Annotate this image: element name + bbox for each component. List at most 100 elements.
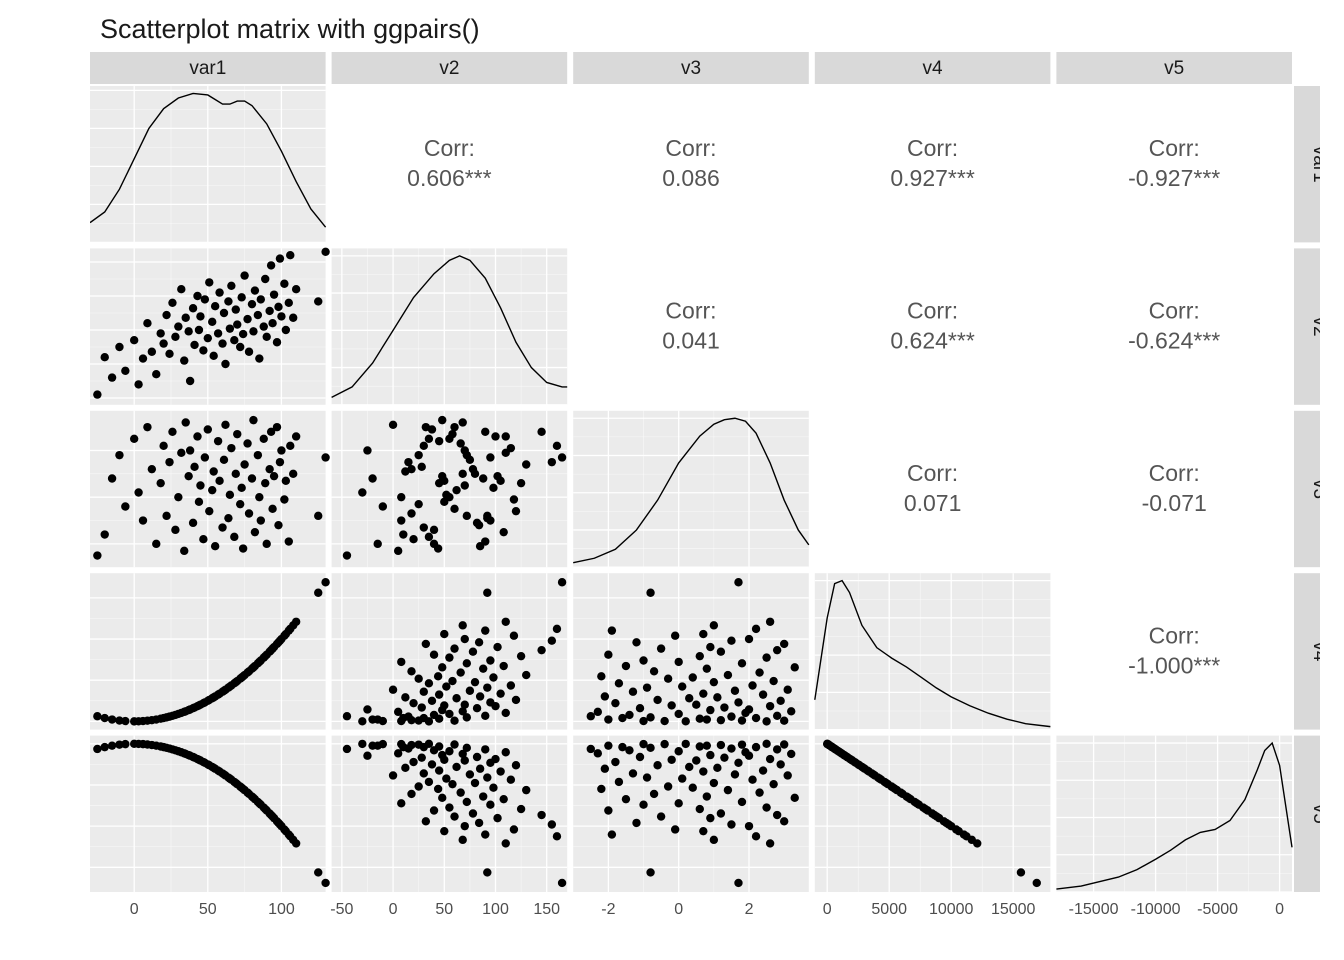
scatter-point	[214, 329, 222, 337]
scatter-point	[653, 761, 661, 769]
scatter-point	[738, 798, 746, 806]
scatter-point	[282, 326, 290, 334]
scatter-point	[101, 743, 109, 751]
scatter-point	[292, 839, 300, 847]
scatter-point	[273, 338, 281, 346]
scatter-point	[604, 806, 612, 814]
scatter-point	[706, 706, 714, 714]
scatter-point	[713, 693, 721, 701]
scatter-point	[537, 646, 545, 654]
scatter-point	[745, 705, 753, 713]
scatter-point	[425, 778, 433, 786]
scatter-point	[650, 667, 658, 675]
scatter-point	[434, 785, 442, 793]
scatter-point	[130, 336, 138, 344]
panel-v3-v4: Corr:0.071	[815, 411, 1051, 567]
scatter-point	[214, 437, 222, 445]
scatter-point	[230, 336, 238, 344]
scatter-point	[522, 786, 530, 794]
scatter-point	[420, 442, 428, 450]
x-tick-label: 5000	[871, 901, 907, 918]
scatter-point	[440, 827, 448, 835]
strip-top-label: v4	[923, 58, 944, 79]
scatter-point	[274, 521, 282, 529]
scatter-point	[1017, 868, 1025, 876]
scatter-point	[148, 348, 156, 356]
scatter-point	[165, 350, 173, 358]
scatter-point	[489, 783, 497, 791]
scatter-point	[282, 477, 290, 485]
scatter-point	[101, 353, 109, 361]
scatter-point	[450, 740, 458, 748]
scatter-point	[615, 679, 623, 687]
scatter-point	[261, 479, 269, 487]
scatter-point	[248, 300, 256, 308]
strip-right-label: v4	[1309, 641, 1320, 662]
scatter-point	[121, 502, 129, 510]
scatter-point	[414, 451, 422, 459]
x-tick-label: 100	[268, 901, 295, 918]
scatter-point	[186, 446, 194, 454]
scatter-point	[389, 686, 397, 694]
scatter-point	[268, 505, 276, 513]
scatter-point	[263, 333, 271, 341]
scatter-point	[425, 435, 433, 443]
scatter-point	[502, 432, 510, 440]
scatter-point	[548, 458, 556, 466]
scatter-point	[240, 460, 248, 468]
scatter-point	[667, 756, 675, 764]
scatter-point	[608, 830, 616, 838]
panel-v4-v5: Corr:-1.000***	[1056, 573, 1292, 729]
scatter-point	[459, 418, 467, 426]
scatter-point	[784, 686, 792, 694]
scatter-point	[255, 493, 263, 501]
scatter-point	[496, 689, 504, 697]
scatter-point	[445, 747, 453, 755]
scatter-point	[108, 715, 116, 723]
scatter-point	[420, 688, 428, 696]
scatter-point	[358, 740, 366, 748]
scatter-point	[553, 625, 561, 633]
scatter-point	[643, 773, 651, 781]
scatter-point	[407, 509, 415, 517]
scatter-point	[502, 618, 510, 626]
scatter-point	[587, 745, 595, 753]
corr-label: Corr:	[1149, 135, 1200, 161]
scatter-point	[440, 630, 448, 638]
scatter-point	[414, 674, 422, 682]
scatter-point	[448, 677, 456, 685]
panel-var1-v4: Corr:0.927***	[815, 86, 1051, 242]
scatter-point	[674, 658, 682, 666]
scatter-point	[632, 819, 640, 827]
corr-value: -0.071	[1142, 490, 1207, 516]
scatter-point	[93, 745, 101, 753]
scatter-point	[615, 778, 623, 786]
strip-top-label: v2	[439, 58, 459, 79]
scatter-point	[502, 709, 510, 717]
x-tick-label: 0	[1275, 901, 1284, 918]
scatter-point	[601, 692, 609, 700]
corr-label: Corr:	[665, 135, 716, 161]
scatter-point	[358, 717, 366, 725]
scatter-point	[314, 589, 322, 597]
scatter-point	[394, 708, 402, 716]
scatter-point	[713, 764, 721, 772]
scatter-point	[748, 775, 756, 783]
panel-v2-v5: Corr:-0.624***	[1056, 248, 1292, 404]
scatter-point	[479, 474, 487, 482]
scatter-point	[727, 744, 735, 752]
scatter-point	[280, 280, 288, 288]
scatter-point	[195, 326, 203, 334]
corr-value: 0.927***	[890, 165, 974, 191]
scatter-point	[459, 836, 467, 844]
scatter-point	[780, 817, 788, 825]
scatter-point	[397, 740, 405, 748]
scatter-point	[430, 650, 438, 658]
scatter-point	[418, 753, 426, 761]
scatter-point	[190, 341, 198, 349]
scatter-point	[973, 839, 981, 847]
scatter-point	[710, 836, 718, 844]
scatter-point	[422, 640, 430, 648]
scatter-point	[420, 523, 428, 531]
scatter-point	[420, 714, 428, 722]
